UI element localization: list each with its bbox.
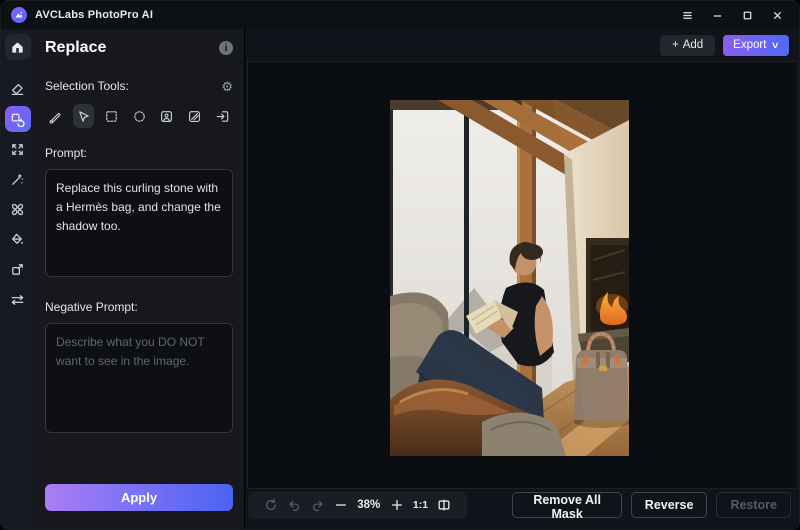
menu-icon[interactable] bbox=[675, 5, 699, 25]
main-area: + Add Export ∨ 38% 1:1 Remove All Mask R… bbox=[246, 29, 799, 529]
reverse-button[interactable]: Reverse bbox=[630, 492, 708, 518]
undo-icon[interactable] bbox=[287, 498, 301, 512]
add-button-label: Add bbox=[682, 39, 704, 51]
negative-prompt-input[interactable] bbox=[45, 323, 233, 433]
colorize-icon[interactable] bbox=[5, 196, 31, 222]
negative-prompt-label: Negative Prompt: bbox=[45, 300, 138, 314]
maximize-button[interactable] bbox=[735, 5, 759, 25]
info-icon[interactable]: i bbox=[219, 41, 233, 55]
replace-tool-icon[interactable] bbox=[4, 106, 31, 132]
zoom-level[interactable]: 38% bbox=[357, 499, 380, 511]
background-select-icon[interactable] bbox=[184, 104, 206, 128]
export-button-label: Export bbox=[733, 39, 767, 51]
zoom-toolbar: 38% 1:1 bbox=[248, 491, 468, 519]
ratio-1-1-button[interactable]: 1:1 bbox=[413, 499, 428, 511]
ellipse-select-icon[interactable] bbox=[128, 104, 150, 128]
prompt-input[interactable]: Replace this curling stone with a Hermès… bbox=[45, 169, 233, 277]
chevron-down-icon: ∨ bbox=[771, 39, 781, 50]
replace-panel: Replace i Selection Tools: ⚙ Prompt: Rep… bbox=[34, 29, 245, 529]
gear-icon[interactable]: ⚙ bbox=[221, 80, 233, 93]
adjust-sliders-icon[interactable] bbox=[5, 286, 31, 312]
close-button[interactable] bbox=[765, 5, 789, 25]
cursor-tool-icon[interactable] bbox=[72, 104, 95, 128]
resize-icon[interactable] bbox=[5, 256, 31, 282]
eraser-icon[interactable] bbox=[5, 76, 31, 102]
app-window: AVCLabs PhotoPro AI Replace i Selection … bbox=[0, 0, 800, 530]
zoom-in-icon[interactable] bbox=[390, 498, 404, 512]
import-select-icon[interactable] bbox=[211, 104, 233, 128]
compare-icon[interactable] bbox=[437, 498, 451, 512]
zoom-out-icon[interactable] bbox=[334, 498, 348, 512]
app-logo-icon bbox=[11, 7, 27, 23]
main-header: + Add Export ∨ bbox=[246, 29, 799, 61]
add-button[interactable]: + Add bbox=[659, 34, 716, 56]
prompt-label: Prompt: bbox=[45, 146, 88, 160]
magic-wand-icon[interactable] bbox=[5, 166, 31, 192]
title-bar: AVCLabs PhotoPro AI bbox=[1, 1, 799, 29]
selection-tools-row bbox=[45, 104, 233, 128]
page-title: Replace bbox=[45, 39, 107, 56]
rect-select-icon[interactable] bbox=[100, 104, 122, 128]
plus-icon: + bbox=[671, 39, 679, 51]
export-button[interactable]: Export ∨ bbox=[723, 34, 789, 56]
paint-bucket-icon[interactable] bbox=[5, 226, 31, 252]
canvas[interactable] bbox=[247, 61, 798, 489]
home-icon[interactable] bbox=[4, 34, 31, 60]
photo-woman-reading-by-fireplace[interactable] bbox=[390, 100, 629, 456]
tool-rail bbox=[1, 29, 34, 529]
upscale-icon[interactable] bbox=[5, 136, 31, 162]
subject-select-icon[interactable] bbox=[156, 104, 178, 128]
bottom-toolbar: 38% 1:1 Remove All Mask Reverse Restore bbox=[246, 489, 799, 521]
redo-icon[interactable] bbox=[311, 498, 325, 512]
apply-button[interactable]: Apply bbox=[45, 484, 233, 511]
reset-icon[interactable] bbox=[264, 498, 278, 512]
selection-tools-label: Selection Tools: bbox=[45, 79, 129, 93]
restore-button[interactable]: Restore bbox=[716, 492, 791, 518]
app-title: AVCLabs PhotoPro AI bbox=[35, 9, 154, 21]
remove-all-mask-button[interactable]: Remove All Mask bbox=[512, 492, 622, 521]
minimize-button[interactable] bbox=[705, 5, 729, 25]
brush-tool-icon[interactable] bbox=[45, 104, 67, 128]
